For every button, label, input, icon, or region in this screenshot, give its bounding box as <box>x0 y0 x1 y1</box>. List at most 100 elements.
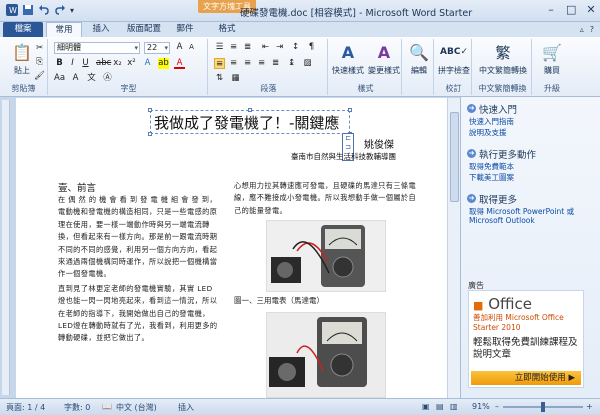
ad-headline: 善加利用 Microsoft Office Starter 2010 <box>473 313 564 332</box>
draft-view-icon[interactable]: ▥ <box>450 402 458 411</box>
multimeter-photo-2[interactable] <box>266 312 386 398</box>
undo-icon[interactable] <box>38 4 50 16</box>
zoom-level[interactable]: 91% <box>472 402 490 411</box>
customize-qat-icon[interactable]: ▾ <box>70 6 74 15</box>
zoom-in-icon[interactable]: + <box>586 402 593 411</box>
increase-indent-icon[interactable]: ⇥ <box>274 42 285 53</box>
editing-button[interactable]: 🔍 編輯 <box>401 41 437 76</box>
document-page[interactable]: 我做成了發電機了！-關鍵應 ⊏ ⊐ 姚俊傑 臺南市自然與生活科技教輔導團 壹、前言… <box>16 98 457 398</box>
pane-section-title: 取得更多 <box>479 195 518 206</box>
ad-start-button[interactable]: 立即開始使用 ▶ <box>471 371 581 385</box>
pane-link[interactable]: 取得免費範本 <box>469 161 514 172</box>
web-layout-view-icon[interactable]: ▤ <box>436 402 444 411</box>
maximize-button[interactable]: □ <box>566 3 576 16</box>
format-painter-icon[interactable]: 🖌 <box>34 71 45 82</box>
purchase-button[interactable]: 🛒 購買 <box>534 41 570 76</box>
grow-font-icon[interactable]: A <box>174 42 185 53</box>
distributed-icon[interactable]: ≣ <box>270 58 281 69</box>
editing-label: 編輯 <box>411 66 427 75</box>
tab-page-layout[interactable]: 版面配置 <box>120 22 168 37</box>
pane-link[interactable]: Microsoft Outlook <box>469 216 535 225</box>
office-ad[interactable]: ■ Office 善加利用 Microsoft Office Starter 2… <box>468 290 584 388</box>
underline-icon[interactable]: U <box>80 58 91 69</box>
purchase-label: 購買 <box>544 66 560 75</box>
multilevel-list-icon[interactable]: ≣ <box>242 42 253 53</box>
align-right-icon[interactable]: ≡ <box>242 58 253 69</box>
ribbon-minimize-icon[interactable]: ▵ <box>580 25 584 34</box>
cut-icon[interactable]: ✂ <box>34 43 45 54</box>
word-count[interactable]: 字數: 0 <box>64 402 90 413</box>
change-styles-button[interactable]: A 變更樣式 <box>366 41 402 76</box>
highlight-icon[interactable]: ab <box>158 58 169 69</box>
proofing-status-icon[interactable]: 📖 <box>102 402 112 411</box>
change-styles-label: 變更樣式 <box>368 66 400 75</box>
resize-handle[interactable] <box>148 132 152 136</box>
zoom-slider-knob[interactable] <box>541 402 545 412</box>
font-name-select[interactable]: 細明體 <box>54 42 140 54</box>
tab-file[interactable]: 檔案 <box>3 22 43 37</box>
shading-icon[interactable]: ▨ <box>302 58 313 69</box>
italic-icon[interactable]: I <box>67 58 78 69</box>
insert-mode[interactable]: 插入 <box>178 402 194 413</box>
spelling-button[interactable]: ABC✓ 拼字檢查 <box>436 41 472 76</box>
ad-description: 輕鬆取得免費訓練課程及說明文章 <box>473 337 578 360</box>
text-effects-icon[interactable]: A <box>142 58 153 69</box>
font-group: 細明體 22 A A B I U abc x₂ x² A ab A Aa A 文… <box>50 39 208 95</box>
font-color-icon[interactable]: A <box>174 58 185 69</box>
line-spacing-icon[interactable]: ↨ <box>286 58 297 69</box>
office-brand: Office <box>488 295 532 313</box>
document-author: 姚俊傑 <box>364 140 394 151</box>
document-title[interactable]: 我做成了發電機了！-關鍵應 <box>154 112 339 133</box>
word-app-icon: W <box>6 4 18 16</box>
change-styles-icon: A <box>377 42 391 62</box>
pane-link[interactable]: 下載美工圖案 <box>469 172 514 183</box>
resize-handle[interactable] <box>148 108 152 112</box>
minimize-button[interactable]: – <box>546 3 556 16</box>
align-center-icon[interactable]: ≡ <box>228 58 239 69</box>
page-count[interactable]: 頁面: 1 / 4 <box>6 402 45 413</box>
align-left-icon[interactable]: ≡ <box>214 58 225 69</box>
multimeter-photo-1[interactable] <box>266 220 386 292</box>
shopping-cart-icon: 🛒 <box>542 42 562 62</box>
left-column-text: 在 偶 然 的 機 會 看 到 發 電 機 組 會 發 到，電動機和發電機的構造… <box>58 194 218 345</box>
save-icon[interactable] <box>22 4 34 16</box>
pane-link[interactable]: 說明及支援 <box>469 127 507 138</box>
tab-home[interactable]: 常用 <box>46 22 82 37</box>
chinese-convert-button[interactable]: 繁 中文繁簡轉換 <box>478 41 528 76</box>
superscript-icon[interactable]: x² <box>126 58 137 69</box>
justify-icon[interactable]: ≡ <box>256 58 267 69</box>
copy-icon[interactable]: ⎘ <box>34 57 45 68</box>
quick-styles-button[interactable]: A 快速樣式 <box>330 41 366 76</box>
quick-styles-icon: A <box>341 42 355 62</box>
paragraph-group-label: 段落 <box>260 84 277 93</box>
styles-group: A 快速樣式 A 變更樣式 樣式 <box>330 39 402 95</box>
clipboard-group: 📋 貼上 ✂ ⎘ 🖌 剪貼簿 <box>0 39 48 95</box>
subscript-icon[interactable]: x₂ <box>112 58 123 69</box>
font-size-select[interactable]: 22 <box>144 42 170 54</box>
sort-icon[interactable]: ↕ <box>290 42 301 53</box>
zoom-out-icon[interactable]: – <box>495 402 499 411</box>
bold-icon[interactable]: B <box>54 58 65 69</box>
scrollbar-thumb[interactable] <box>450 112 459 202</box>
strikethrough-icon[interactable]: abc <box>96 58 111 69</box>
vertical-scrollbar[interactable] <box>447 98 460 398</box>
pane-link[interactable]: 快速入門指南 <box>469 116 514 127</box>
arrow-bullet-icon: ➜ <box>467 194 476 203</box>
close-button[interactable]: ✕ <box>586 3 596 16</box>
quick-access-toolbar: W ▾ <box>6 4 74 16</box>
shrink-font-icon[interactable]: A <box>186 42 197 53</box>
tab-format[interactable]: 格式 <box>206 22 248 37</box>
print-layout-view-icon[interactable]: ▣ <box>422 402 430 411</box>
decrease-indent-icon[interactable]: ⇤ <box>260 42 271 53</box>
numbering-icon[interactable]: ≡ <box>228 42 239 53</box>
document-school: 臺南市自然與生活科技教輔導團 <box>291 152 396 161</box>
redo-icon[interactable] <box>54 4 66 16</box>
help-icon[interactable]: ? <box>590 25 594 34</box>
proofing-group-label: 校訂 <box>445 84 462 93</box>
tab-mailings[interactable]: 郵件 <box>170 22 200 37</box>
tab-insert[interactable]: 插入 <box>86 22 116 37</box>
show-marks-icon[interactable]: ¶ <box>306 42 317 53</box>
resize-handle[interactable] <box>348 108 352 112</box>
bullets-icon[interactable]: ☰ <box>214 42 225 53</box>
language-indicator[interactable]: 中文 (台灣) <box>116 402 157 413</box>
